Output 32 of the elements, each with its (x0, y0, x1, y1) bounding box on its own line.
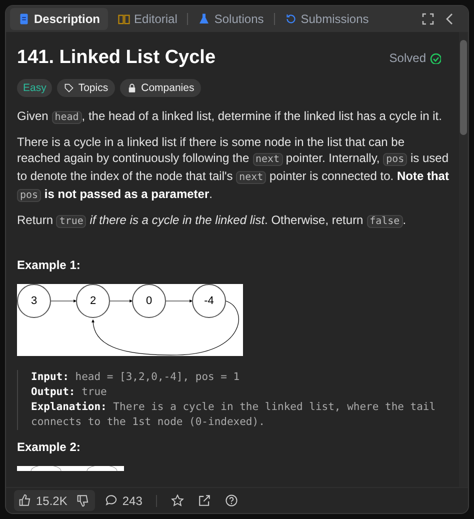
lock-icon (127, 83, 138, 93)
example-line: Output: true (31, 385, 108, 400)
paragraph: There is a cycle in a linked list if there is some node in the list that can be reached again by continuously following the next pointer. Internally, pos is used to denote the index of the node that tail's next pointer is connected to. Note that pos is not passed as a parameter. (17, 134, 449, 204)
scrollbar[interactable] (459, 32, 468, 487)
fullscreen-icon (422, 13, 434, 25)
help-icon (225, 494, 238, 507)
paragraph: Given head , the head of a linked list, determine if the linked list has a cycle in it. (17, 108, 443, 126)
tab[interactable]: Submissions (276, 8, 377, 30)
example-heading: Example 1: (17, 257, 82, 274)
external-link-icon (198, 494, 212, 507)
speech-bubble-icon (105, 494, 118, 507)
example-line: Explanation: There is a cycle in the linked list, where the tail connects to the 1st node (0-indexed). (31, 400, 437, 430)
tab[interactable]: Editorial (110, 8, 186, 30)
comments-button[interactable]: 243 (101, 492, 146, 510)
problem-title: 141. Linked List Cycle (17, 46, 216, 70)
book-icon (118, 13, 130, 25)
document-icon (18, 13, 30, 25)
solved-status: Solved (389, 50, 426, 67)
tag-button[interactable]: Topics (57, 79, 116, 97)
tab[interactable]: Solutions (190, 8, 272, 30)
thumbs-up-icon (19, 494, 32, 507)
paragraph: Return true if there is a cycle in the linked list. Otherwise, return false . (17, 212, 408, 230)
star-icon (171, 494, 184, 507)
tag-icon (64, 83, 74, 93)
flask-icon (198, 13, 210, 25)
example-heading: Example 2: (17, 439, 82, 456)
history-icon (284, 13, 297, 25)
tag-button[interactable]: Companies (120, 79, 202, 97)
tab[interactable]: Description (10, 8, 108, 30)
example-line: Input: head = [3,2,0,-4], pos = 1 (31, 370, 241, 385)
difficulty-badge: Easy (17, 79, 52, 97)
thumbs-down-icon (77, 494, 90, 507)
